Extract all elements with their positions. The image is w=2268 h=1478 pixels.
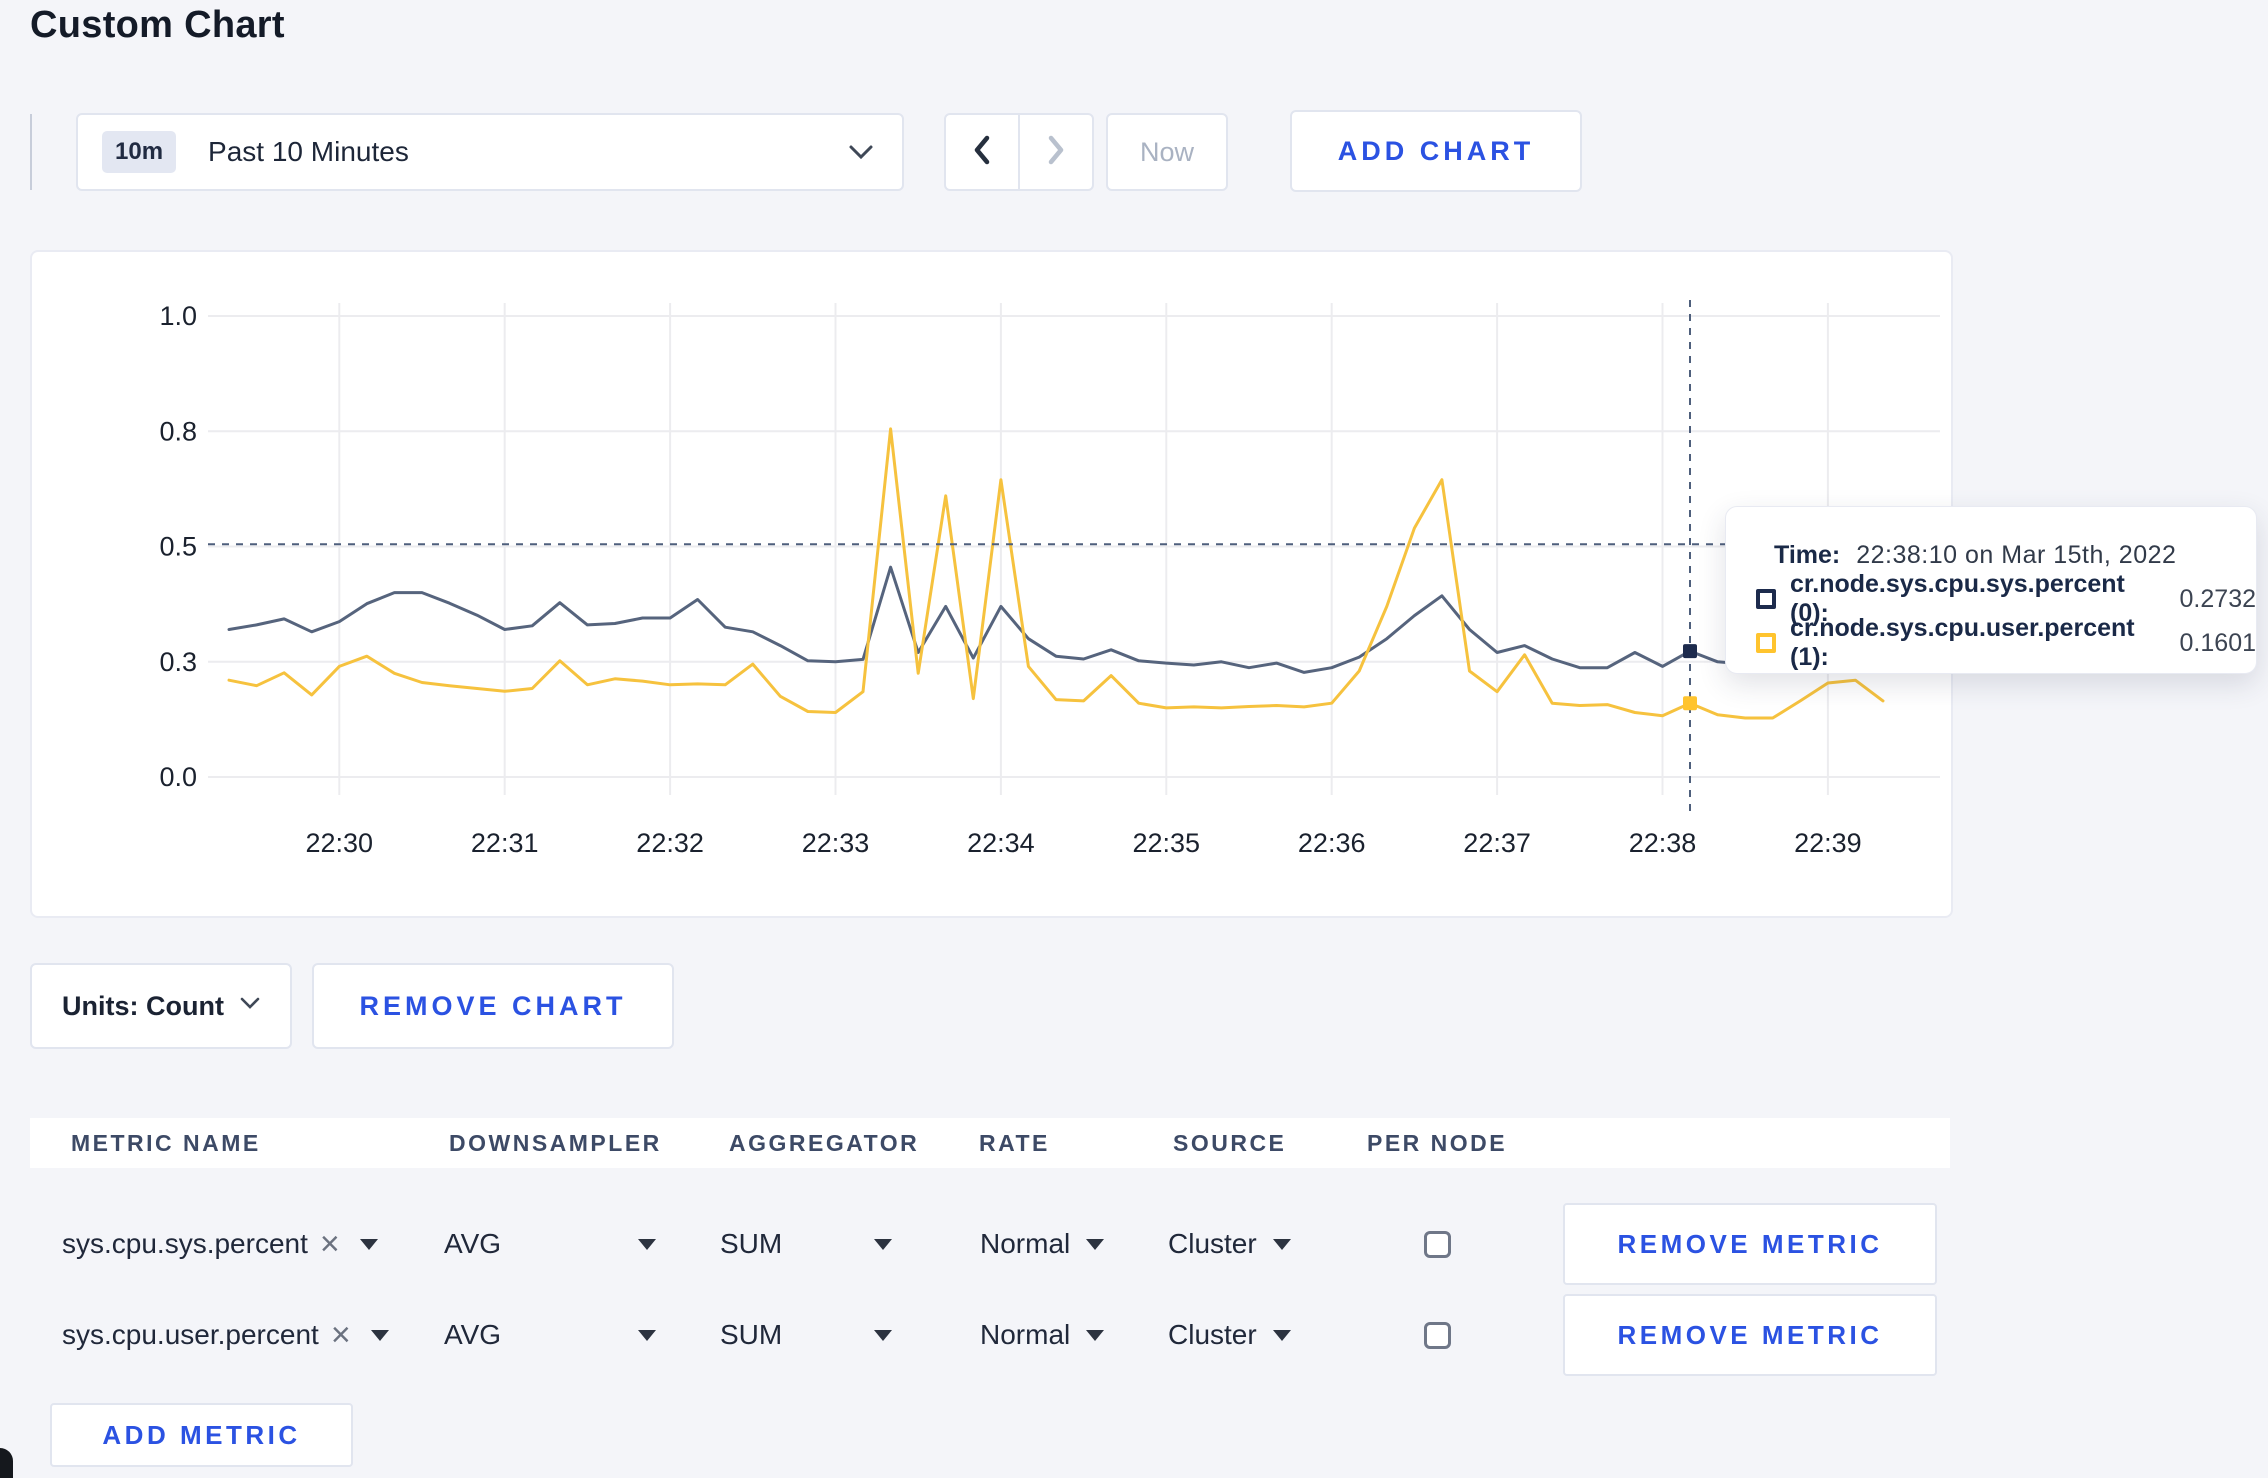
per-node-cell [1424,1294,1451,1376]
time-window-nav [944,113,1094,191]
x-axis-label: 22:35 [1133,828,1201,858]
rate-dropdown[interactable]: Normal [980,1203,1105,1285]
time-window-prev-button[interactable] [946,115,1020,189]
time-window-next-button[interactable] [1020,115,1092,189]
crosshair-marker-1 [1683,696,1697,711]
downsampler-dropdown[interactable]: AVG [444,1203,656,1285]
y-axis-label: 0.8 [159,416,197,446]
aggregator-value: SUM [720,1319,783,1350]
time-range-badge: 10m [102,131,177,173]
aggregator-value: SUM [720,1228,783,1259]
caret-down-icon [1086,1238,1105,1250]
col-header-per-node: PER NODE [1367,1129,1508,1156]
x-axis-label: 22:37 [1463,828,1531,858]
add-chart-button[interactable]: ADD CHART [1290,110,1582,192]
crosshair-marker-0 [1683,644,1697,659]
x-axis-label: 22:34 [967,828,1035,858]
tooltip-time-value: 22:38:10 on Mar 15th, 2022 [1856,540,2177,569]
units-label: Units: Count [62,990,224,1021]
col-header-downsampler: DOWNSAMPLER [449,1129,662,1156]
toolbar-accent-divider [30,114,32,190]
per-node-cell [1424,1203,1451,1285]
screen-corner-artifact [0,1448,13,1478]
caret-down-icon [874,1329,892,1341]
caret-down-icon [359,1238,378,1250]
remove-tag-icon[interactable]: × [320,1227,340,1261]
series-line-0 [227,565,1885,674]
y-axis-label: 0.3 [159,647,197,677]
chevron-down-icon [240,997,260,1015]
col-header-metric-name: METRIC NAME [71,1129,261,1156]
time-range-dropdown[interactable]: 10m Past 10 Minutes [76,113,904,191]
chevron-left-icon [969,132,995,173]
tooltip-series-value: 0.2732 [2179,584,2256,613]
units-dropdown[interactable]: Units: Count [30,963,292,1049]
x-axis-label: 22:32 [636,828,704,858]
time-range-label: Past 10 Minutes [208,136,409,167]
downsampler-dropdown[interactable]: AVG [444,1294,656,1376]
metric-name-cell[interactable]: sys.cpu.sys.percent × [62,1203,378,1285]
metric-row: sys.cpu.sys.percent × AVG SUM Normal Cluster R… [30,1203,1950,1285]
caret-down-icon [874,1238,892,1250]
chevron-down-icon [848,144,874,160]
series-line-1 [227,427,1885,720]
remove-chart-button[interactable]: REMOVE CHART [312,963,674,1049]
caret-down-icon [1272,1238,1291,1250]
x-axis-label: 22:31 [471,828,539,858]
col-header-aggregator: AGGREGATOR [729,1129,920,1156]
rate-value: Normal [980,1228,1071,1259]
downsampler-value: AVG [444,1228,502,1259]
x-axis-label: 22:39 [1794,828,1862,858]
source-value: Cluster [1168,1228,1257,1259]
page-title: Custom Chart [30,4,285,46]
metric-name-cell[interactable]: sys.cpu.user.percent × [62,1294,389,1376]
caret-down-icon [1086,1329,1105,1341]
caret-down-icon [638,1329,656,1341]
remove-metric-button[interactable]: REMOVE METRIC [1563,1294,1937,1376]
x-axis-label: 22:30 [306,828,374,858]
now-button[interactable]: Now [1106,113,1228,191]
metric-row: sys.cpu.user.percent × AVG SUM Normal Cluster… [30,1294,1950,1376]
col-header-source: SOURCE [1173,1129,1287,1156]
rate-dropdown[interactable]: Normal [980,1294,1105,1376]
source-dropdown[interactable]: Cluster [1168,1203,1291,1285]
sys-series-swatch-icon [1756,589,1776,609]
y-axis-label: 0.0 [159,762,197,792]
source-value: Cluster [1168,1319,1257,1350]
rate-value: Normal [980,1319,1071,1350]
tooltip-time-label: Time: [1774,540,1841,569]
metric-name-text: sys.cpu.sys.percent [62,1228,308,1259]
x-axis-label: 22:36 [1298,828,1366,858]
tooltip-series-label: cr.node.sys.cpu.user.percent (1): [1790,614,2135,671]
downsampler-value: AVG [444,1319,502,1350]
chevron-right-icon [1043,132,1069,173]
aggregator-dropdown[interactable]: SUM [720,1294,892,1376]
caret-down-icon [638,1238,656,1250]
source-dropdown[interactable]: Cluster [1168,1294,1291,1376]
col-header-rate: RATE [979,1129,1050,1156]
x-axis-label: 22:38 [1629,828,1697,858]
tooltip-series-value: 0.1601 [2179,628,2256,657]
chart-canvas[interactable]: 0.0 0.3 0.5 0.8 1.0 22:30 22:31 22:32 22:33 22:34… [30,250,1953,918]
per-node-checkbox[interactable] [1424,1321,1451,1349]
caret-down-icon [370,1329,389,1341]
aggregator-dropdown[interactable]: SUM [720,1203,892,1285]
y-axis-label: 0.5 [159,532,197,562]
metrics-table-header: METRIC NAME DOWNSAMPLER AGGREGATOR RATE … [30,1118,1950,1168]
chart-tooltip: Time: 22:38:10 on Mar 15th, 2022 cr.node… [1725,506,2257,674]
y-axis-label: 1.0 [159,301,197,331]
remove-tag-icon[interactable]: × [331,1318,351,1352]
user-series-swatch-icon [1756,633,1776,653]
per-node-checkbox[interactable] [1424,1230,1451,1258]
x-axis-label: 22:33 [802,828,870,858]
add-metric-button[interactable]: ADD METRIC [50,1403,353,1467]
metric-name-text: sys.cpu.user.percent [62,1319,319,1350]
remove-metric-button[interactable]: REMOVE METRIC [1563,1203,1937,1285]
caret-down-icon [1272,1329,1291,1341]
